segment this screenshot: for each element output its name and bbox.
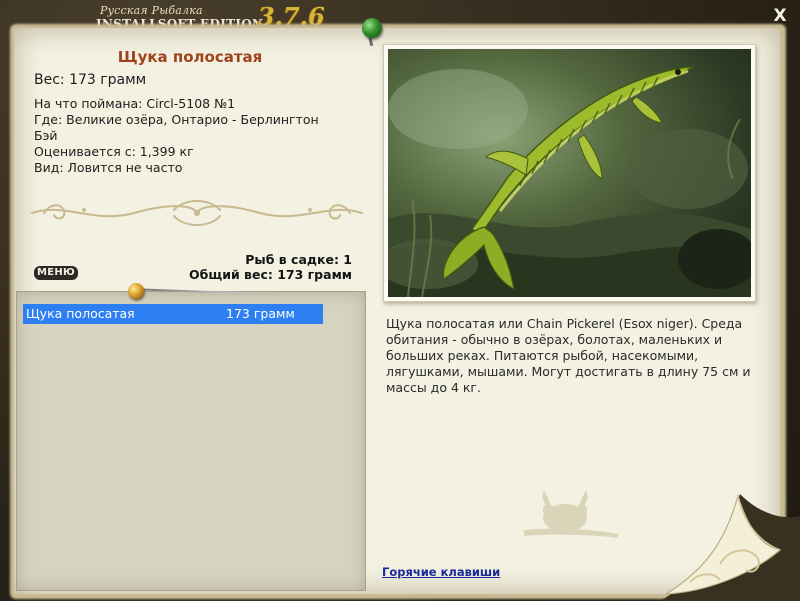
close-button[interactable]: X [770,6,790,26]
kind-text: Вид: Ловится не часто [34,160,183,175]
fish-details: На что поймана: Circl-5108 №1 Где: Велик… [34,96,354,176]
catch-list-panel: Щука полосатая 173 грамм [16,291,366,591]
menu-button[interactable]: МЕНЮ [34,266,78,280]
brand-title: Русская Рыбалка [100,4,203,17]
crab-logo-watermark-icon [524,490,618,538]
green-pin-icon [362,18,382,38]
location-text: Где: Великие озёра, Онтарио - Берлингтон [34,112,319,127]
pike-fish-illustration [388,66,751,297]
fish-description: Щука полосатая или Chain Pickerel (Esox … [386,316,751,395]
page-curl-icon [660,494,800,601]
catch-item-name: Щука полосатая [26,306,135,321]
valued-from-text: Оценивается с: 1,399 кг [34,144,194,159]
caught-on-text: На что поймана: Circl-5108 №1 [34,96,236,111]
yellow-pin-icon [128,283,144,299]
ornament-divider-icon [31,200,363,226]
fish-weight: Вес: 173 грамм [34,72,147,88]
location-text-cont: Бэй [34,128,58,143]
catch-summary: Рыб в садке: 1 Общий вес: 173 грамм [180,252,352,282]
catch-list-item[interactable]: Щука полосатая 173 грамм [23,304,323,324]
catch-item-weight: 173 грамм [226,306,295,321]
total-weight: Общий вес: 173 грамм [189,267,352,282]
fish-name-title: Щука полосатая [117,48,263,66]
hotkeys-link[interactable]: Горячие клавиши [382,565,500,579]
fish-photo-frame [383,44,756,302]
fish-photo [388,49,751,297]
fish-count: Рыб в садке: 1 [245,252,352,267]
